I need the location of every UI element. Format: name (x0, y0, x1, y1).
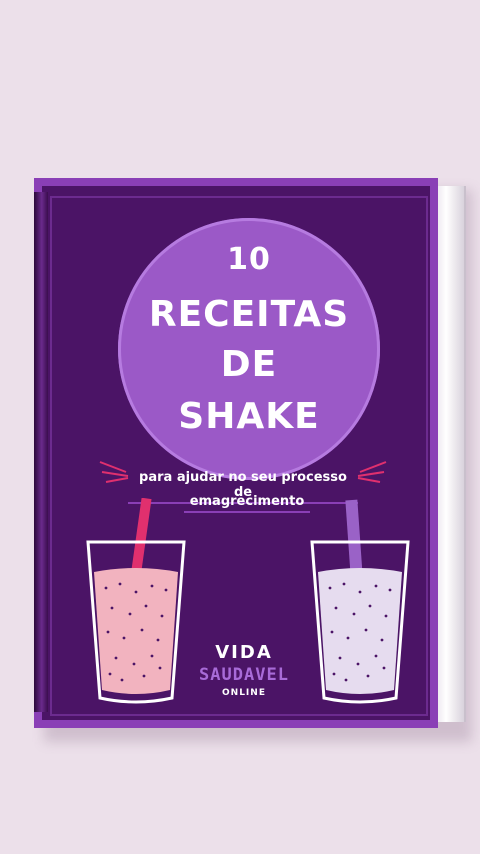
ebook-mockup: 10 RECEITAS DE SHAKE para ajudar no seu … (34, 178, 472, 742)
decor-lines-icon (99, 461, 129, 483)
title-de: DE (220, 344, 278, 385)
subtitle-line-2: emagrecimento (184, 494, 310, 513)
title-number: 10 (227, 242, 271, 277)
book-pages (434, 186, 466, 722)
title-circle: 10 RECEITAS DE SHAKE (118, 218, 380, 480)
glass-lilac-shake-icon (310, 499, 410, 704)
brand-logo: VIDA SAUDAVEL ONLINE (184, 642, 304, 698)
decor-lines-icon (357, 461, 387, 483)
book-cover: 10 RECEITAS DE SHAKE para ajudar no seu … (34, 178, 438, 728)
brand-saudavel: SAUDAVEL (199, 665, 289, 685)
brand-online: ONLINE (222, 688, 266, 698)
title-receitas: RECEITAS (148, 294, 350, 335)
book-spine (34, 192, 48, 712)
title-shake: SHAKE (178, 396, 320, 437)
glass-pink-shake-icon (86, 498, 186, 704)
brand-vida: VIDA (215, 642, 273, 663)
